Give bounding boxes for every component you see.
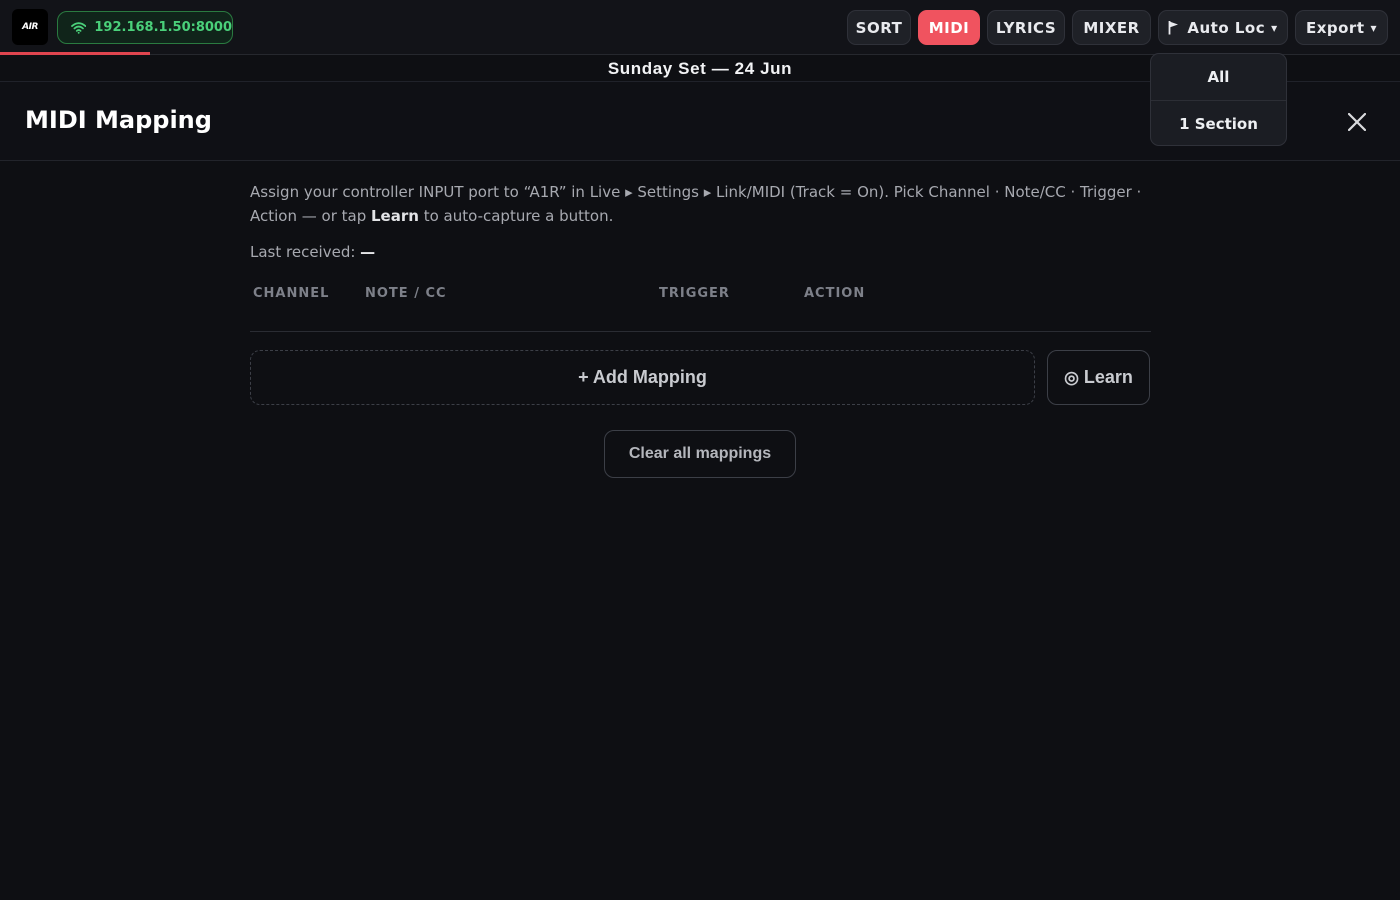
learn-label: Learn — [1083, 367, 1133, 387]
table-divider — [250, 331, 1151, 332]
midi-label: MIDI — [928, 18, 970, 37]
close-button[interactable] — [1343, 108, 1371, 136]
chevron-down-icon: ▾ — [1370, 20, 1378, 35]
clear-all-label: Clear all mappings — [628, 445, 772, 462]
column-header-note-cc: NOTE / CC — [365, 286, 447, 301]
connection-address: 192.168.1.50:8000 — [94, 20, 232, 35]
flag-icon — [1168, 21, 1179, 35]
top-bar: AIR 192.168.1.50:8000 SORT MIDI LYRICS M… — [0, 0, 1400, 55]
auto-loc-dropdown-button[interactable]: Auto Loc ▾ — [1158, 10, 1288, 45]
mixer-button[interactable]: MIXER — [1072, 10, 1151, 45]
column-header-action: ACTION — [804, 286, 866, 301]
modal-title: MIDI Mapping — [25, 106, 212, 134]
learn-button[interactable]: ◎ Learn — [1047, 350, 1150, 405]
close-icon — [1348, 113, 1366, 131]
export-dropdown-button[interactable]: Export ▾ — [1295, 10, 1388, 45]
column-header-channel: CHANNEL — [253, 286, 330, 301]
mapping-instructions: Assign your controller INPUT port to “A1… — [250, 180, 1150, 228]
lyrics-label: LYRICS — [995, 18, 1057, 37]
auto-loc-menu: All 1 Section — [1150, 53, 1287, 146]
menu-item-1-section[interactable]: 1 Section — [1151, 100, 1286, 145]
add-mapping-label: + Add Mapping — [578, 367, 707, 387]
last-received-value: — — [360, 243, 376, 261]
menu-item-all[interactable]: All — [1151, 54, 1286, 100]
app-logo[interactable]: AIR — [12, 9, 48, 45]
chevron-down-icon: ▾ — [1271, 20, 1278, 35]
instructions-text-2: to auto-capture a button. — [418, 207, 614, 225]
midi-button[interactable]: MIDI — [918, 10, 980, 45]
connection-status[interactable]: 192.168.1.50:8000 — [57, 11, 233, 44]
export-label: Export — [1305, 18, 1365, 37]
column-header-trigger: TRIGGER — [659, 286, 730, 301]
target-icon: ◎ — [1064, 367, 1079, 387]
add-mapping-button[interactable]: + Add Mapping — [250, 350, 1035, 405]
last-received: Last received: — — [250, 243, 375, 261]
clear-all-mappings-button[interactable]: Clear all mappings — [604, 430, 796, 478]
wifi-icon — [71, 21, 87, 34]
sort-button[interactable]: SORT — [847, 10, 911, 45]
lyrics-button[interactable]: LYRICS — [987, 10, 1065, 45]
last-received-label: Last received: — [250, 243, 361, 261]
mixer-label: MIXER — [1083, 18, 1140, 37]
sort-label: SORT — [855, 18, 903, 37]
instructions-learn-word: Learn — [371, 207, 419, 225]
auto-loc-label: Auto Loc — [1187, 18, 1266, 37]
